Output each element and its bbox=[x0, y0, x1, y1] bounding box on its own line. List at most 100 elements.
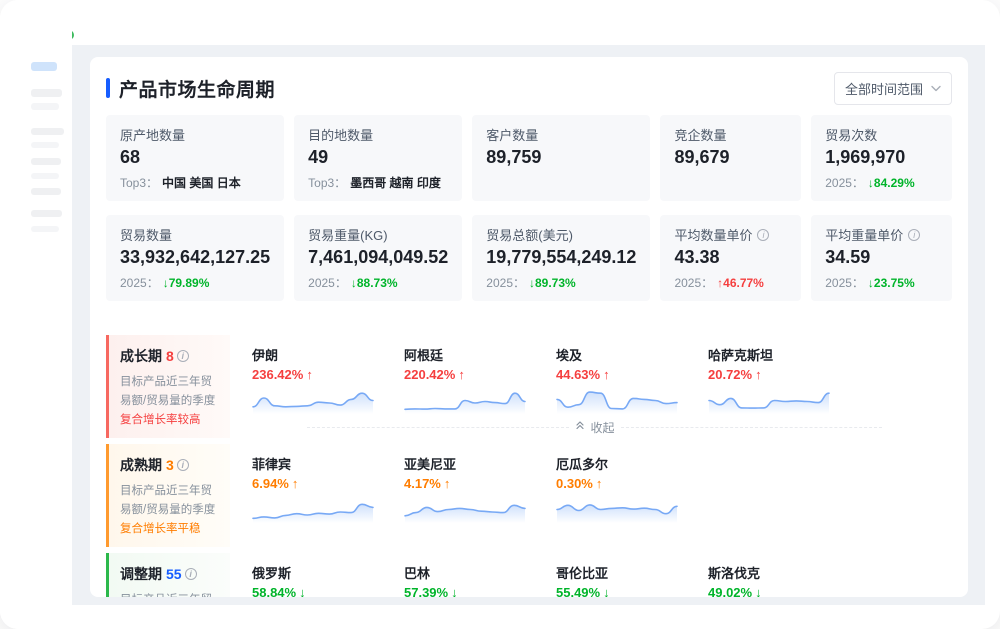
info-icon[interactable] bbox=[908, 229, 920, 241]
stat-label: 原产地数量 bbox=[120, 125, 270, 144]
stat-label-text: 原产地数量 bbox=[120, 125, 185, 144]
yoy-value: ↓89.73% bbox=[529, 276, 576, 290]
stage-name: 成长期 bbox=[120, 346, 162, 366]
stat-label: 贸易总额(美元) bbox=[486, 225, 636, 244]
sidebar-skeleton-item bbox=[31, 89, 62, 97]
stat-top3: Top3：墨西哥 越南 印度 bbox=[308, 174, 448, 191]
country-name: 伊朗 bbox=[252, 345, 404, 364]
stats-grid: 原产地数量68Top3：中国 美国 日本目的地数量49Top3：墨西哥 越南 印… bbox=[106, 115, 952, 301]
sparkline-wrap bbox=[556, 493, 708, 523]
stat-label-text: 贸易重量(KG) bbox=[308, 225, 387, 244]
country-name: 厄瓜多尔 bbox=[556, 454, 708, 473]
stat-top3: Top3：中国 美国 日本 bbox=[120, 174, 270, 191]
stage-desc-text: 目标产品近三年贸易额/贸易量的季度 bbox=[120, 485, 215, 516]
stat-label-text: 贸易数量 bbox=[120, 225, 172, 244]
country-card-亚美尼亚[interactable]: 亚美尼亚4.17%↑ bbox=[404, 454, 556, 523]
country-name: 亚美尼亚 bbox=[404, 454, 556, 473]
stage-row-成熟期: 成熟期3目标产品近三年贸易额/贸易量的季度复合增长率平稳菲律宾6.94%↑亚美尼… bbox=[106, 444, 952, 547]
country-card-菲律宾[interactable]: 菲律宾6.94%↑ bbox=[252, 454, 404, 523]
yoy-percent: 89.73% bbox=[535, 276, 576, 290]
country-card-伊朗[interactable]: 伊朗 236.42%↑ bbox=[252, 345, 404, 414]
country-percent: 236.42% bbox=[252, 367, 303, 382]
stat-card: 竞企数量89,679 bbox=[660, 115, 801, 201]
country-card-厄瓜多尔[interactable]: 厄瓜多尔 0.30%↑ bbox=[556, 454, 708, 523]
stage-count: 55 bbox=[166, 566, 182, 582]
app-window: 产品市场生命周期 全部时间范围 原产地数量 68 Top3：中国 美国 日本 目的地数… bbox=[0, 0, 1000, 629]
stat-value: 1,969,970 bbox=[825, 147, 938, 168]
country-card-阿根廷[interactable]: 阿根廷220.42%↑ bbox=[404, 345, 556, 414]
top3-label: Top3： bbox=[120, 174, 158, 191]
stat-value: 33,932,642,127.25 bbox=[120, 247, 270, 268]
time-range-select[interactable]: 全部时间范围 bbox=[834, 72, 952, 105]
stage-desc-highlight: 复合增长率较高 bbox=[120, 414, 201, 426]
stat-label-text: 竞企数量 bbox=[674, 125, 726, 144]
yoy-value: ↓88.73% bbox=[351, 276, 398, 290]
stat-card: 原产地数量 68 Top3：中国 美国 日本 bbox=[106, 115, 284, 201]
stage-label: 成长期8目标产品近三年贸易额/贸易量的季度复合增长率较高 bbox=[106, 335, 230, 438]
arrow-up-icon: ↑ bbox=[458, 367, 465, 382]
country-card-哈萨克斯坦[interactable]: 哈萨克斯坦20.72%↑ bbox=[708, 345, 860, 414]
stat-label-text: 目的地数量 bbox=[308, 125, 373, 144]
stage-count: 3 bbox=[166, 457, 174, 473]
stat-card: 平均重量单价34.592025：↓23.75% bbox=[811, 215, 952, 301]
info-icon[interactable] bbox=[177, 350, 189, 362]
country-growth: 44.63%↑ bbox=[556, 367, 708, 382]
country-name: 哥伦比亚 bbox=[556, 563, 708, 582]
yoy-year-label: 2025： bbox=[120, 274, 159, 291]
info-icon[interactable] bbox=[757, 229, 769, 241]
country-grid: 伊朗236.42%↑阿根廷220.42%↑埃及44.63%↑哈萨克斯坦20.72… bbox=[252, 345, 952, 414]
page-title: 产品市场生命周期 bbox=[119, 75, 275, 102]
stat-label-text: 平均数量单价 bbox=[674, 225, 752, 244]
country-card-俄罗斯[interactable]: 俄罗斯58.84%↓ bbox=[252, 563, 404, 597]
country-percent: 55.49% bbox=[556, 585, 600, 597]
arrow-down-icon: ↓ bbox=[755, 585, 762, 597]
yoy-year-label: 2025： bbox=[486, 274, 525, 291]
country-growth: 55.49%↓ bbox=[556, 585, 708, 597]
yoy-year-label: 2025： bbox=[674, 274, 713, 291]
stage-description: 目标产品近三年贸易额/贸易量的季度复合增长率呈负 bbox=[120, 591, 220, 597]
country-name: 哈萨克斯坦 bbox=[708, 345, 860, 364]
info-icon[interactable] bbox=[185, 568, 197, 580]
stat-value: 68 bbox=[120, 147, 270, 168]
country-growth: 6.94%↑ bbox=[252, 476, 404, 491]
sparkline-wrap bbox=[252, 493, 404, 523]
country-card-哥伦比亚[interactable]: 哥伦比亚 55.49%↓ bbox=[556, 563, 708, 597]
country-name: 巴林 bbox=[404, 563, 556, 582]
stage-desc-text: 目标产品近三年贸易额/贸易量的季度 bbox=[120, 594, 215, 597]
sparkline-chart bbox=[252, 493, 374, 523]
stat-label: 平均数量单价 bbox=[674, 225, 787, 244]
title-wrap: 产品市场生命周期 bbox=[106, 75, 275, 102]
chevron-down-icon bbox=[931, 85, 941, 92]
stat-label-text: 贸易次数 bbox=[825, 125, 877, 144]
country-growth: 0.30%↑ bbox=[556, 476, 708, 491]
stat-card: 平均数量单价43.382025：↑46.77% bbox=[660, 215, 801, 301]
stage-name: 调整期 bbox=[120, 564, 162, 584]
yoy-year-label: 2025： bbox=[825, 274, 864, 291]
sidebar-skeleton-item bbox=[31, 103, 59, 110]
arrow-up-icon: ↑ bbox=[306, 367, 313, 382]
sparkline-wrap bbox=[252, 384, 404, 414]
main-area: 产品市场生命周期 全部时间范围 原产地数量 68 Top3：中国 美国 日本 目的地数… bbox=[72, 45, 985, 605]
country-card-埃及[interactable]: 埃及44.63%↑ bbox=[556, 345, 708, 414]
arrow-up-icon: ↑ bbox=[755, 367, 762, 382]
sidebar-skeleton-item bbox=[31, 128, 64, 135]
collapse-toggle[interactable]: 收起 bbox=[307, 419, 882, 436]
sidebar-active-item bbox=[31, 62, 57, 71]
info-icon[interactable] bbox=[177, 459, 189, 471]
stat-yoy: 2025： ↓89.73% bbox=[486, 274, 636, 291]
sparkline-chart bbox=[556, 493, 678, 523]
country-growth: 220.42%↑ bbox=[404, 367, 556, 382]
country-card-巴林[interactable]: 巴林 57.39%↓ bbox=[404, 563, 556, 597]
card-header: 产品市场生命周期 全部时间范围 bbox=[106, 71, 952, 105]
sparkline-chart bbox=[556, 384, 678, 414]
arrow-up-icon: ↑ bbox=[444, 476, 451, 491]
arrow-up-icon: ↑ bbox=[596, 476, 603, 491]
country-growth: 57.39%↓ bbox=[404, 585, 556, 597]
sidebar-skeleton-item bbox=[31, 210, 62, 217]
stage-description: 目标产品近三年贸易额/贸易量的季度复合增长率较高 bbox=[120, 373, 220, 430]
country-growth: 49.02%↓ bbox=[708, 585, 860, 597]
country-growth: 58.84%↓ bbox=[252, 585, 404, 597]
country-card-斯洛伐克[interactable]: 斯洛伐克49.02%↓ bbox=[708, 563, 860, 597]
sparkline-wrap bbox=[708, 384, 860, 414]
sparkline-wrap bbox=[556, 384, 708, 414]
